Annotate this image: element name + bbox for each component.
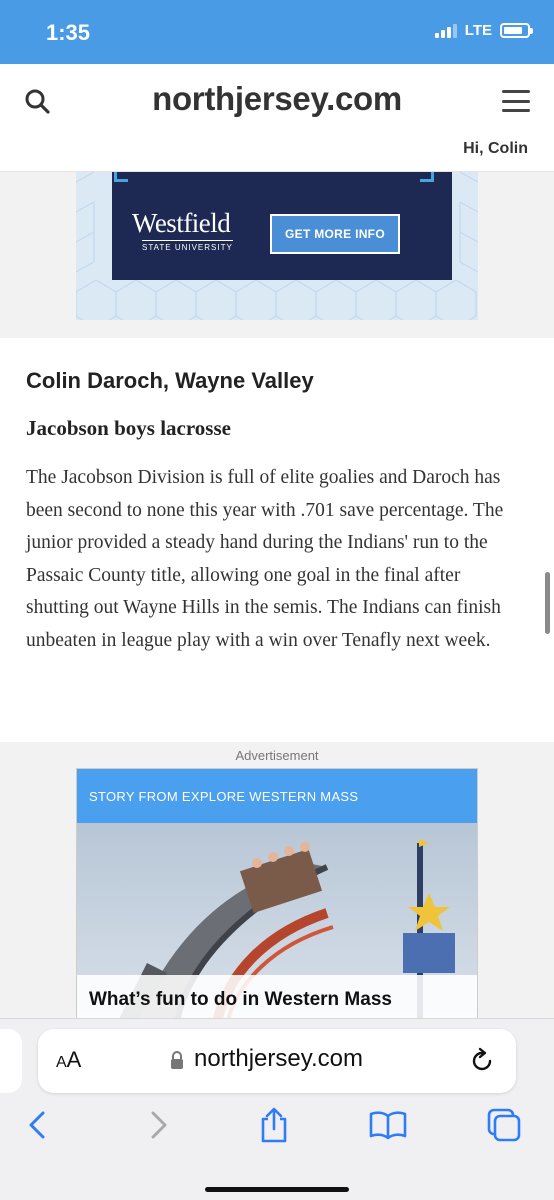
previous-tab-preview[interactable] <box>0 1029 22 1093</box>
status-bar: 1:35 LTE <box>0 0 554 64</box>
status-indicators: LTE <box>434 22 533 39</box>
home-indicator[interactable] <box>205 1187 349 1192</box>
player-heading: Colin Daroch, Wayne Valley <box>26 368 314 393</box>
battery-level <box>504 27 522 34</box>
get-more-info-button[interactable]: GET MORE INFO <box>270 214 400 254</box>
site-header: northjersey.com Hi, Colin <box>0 64 554 172</box>
sponsored-source: STORY FROM EXPLORE WESTERN MASS <box>77 769 477 823</box>
sponsored-story-card[interactable]: STORY FROM EXPLORE WESTERN MASS What’s f… <box>76 768 478 1020</box>
network-type: LTE <box>464 22 492 39</box>
address-url[interactable]: northjersey.com <box>194 1045 363 1073</box>
article-body: The Jacobson Division is full of elite g… <box>26 467 504 651</box>
user-greeting[interactable]: Hi, Colin <box>463 140 528 158</box>
share-icon[interactable] <box>254 1105 294 1145</box>
lock-icon <box>171 1051 183 1069</box>
advertisement-label: Advertisement <box>235 748 319 763</box>
ad-brand-sub: STATE UNIVERSITY <box>142 240 233 252</box>
signal-icon <box>434 23 457 38</box>
reader-aa-button[interactable]: AA <box>56 1047 81 1073</box>
bottom-ad-area: Advertisement STORY FROM EXPLORE WESTERN… <box>0 742 554 1020</box>
tabs-icon[interactable] <box>484 1105 524 1145</box>
top-ad-area: Westfield STATE UNIVERSITY GET MORE INFO <box>0 172 554 338</box>
ad-brand: Westfield <box>132 208 231 238</box>
division-subheading: Jacobson boys lacrosse <box>26 416 231 440</box>
article-section: Colin Daroch, Wayne Valley Jacobson boys… <box>0 338 554 742</box>
forward-icon[interactable] <box>138 1105 178 1145</box>
status-time: 1:35 <box>46 20 91 45</box>
sponsored-headline: What’s fun to do in Western Mass <box>77 975 477 1019</box>
site-logo[interactable]: northjersey.com <box>0 80 554 118</box>
menu-icon[interactable] <box>502 90 530 112</box>
browser-bottom-bar: AA northjersey.com <box>0 1018 554 1200</box>
reload-icon[interactable] <box>468 1047 496 1075</box>
westfield-ad-banner[interactable]: Westfield STATE UNIVERSITY GET MORE INFO <box>76 172 478 320</box>
battery-icon <box>500 23 533 38</box>
address-bar[interactable]: AA northjersey.com <box>38 1029 516 1093</box>
scrollbar[interactable] <box>545 572 550 634</box>
bookmarks-icon[interactable] <box>368 1105 408 1145</box>
back-icon[interactable] <box>18 1105 58 1145</box>
browser-toolbar <box>0 1105 554 1149</box>
